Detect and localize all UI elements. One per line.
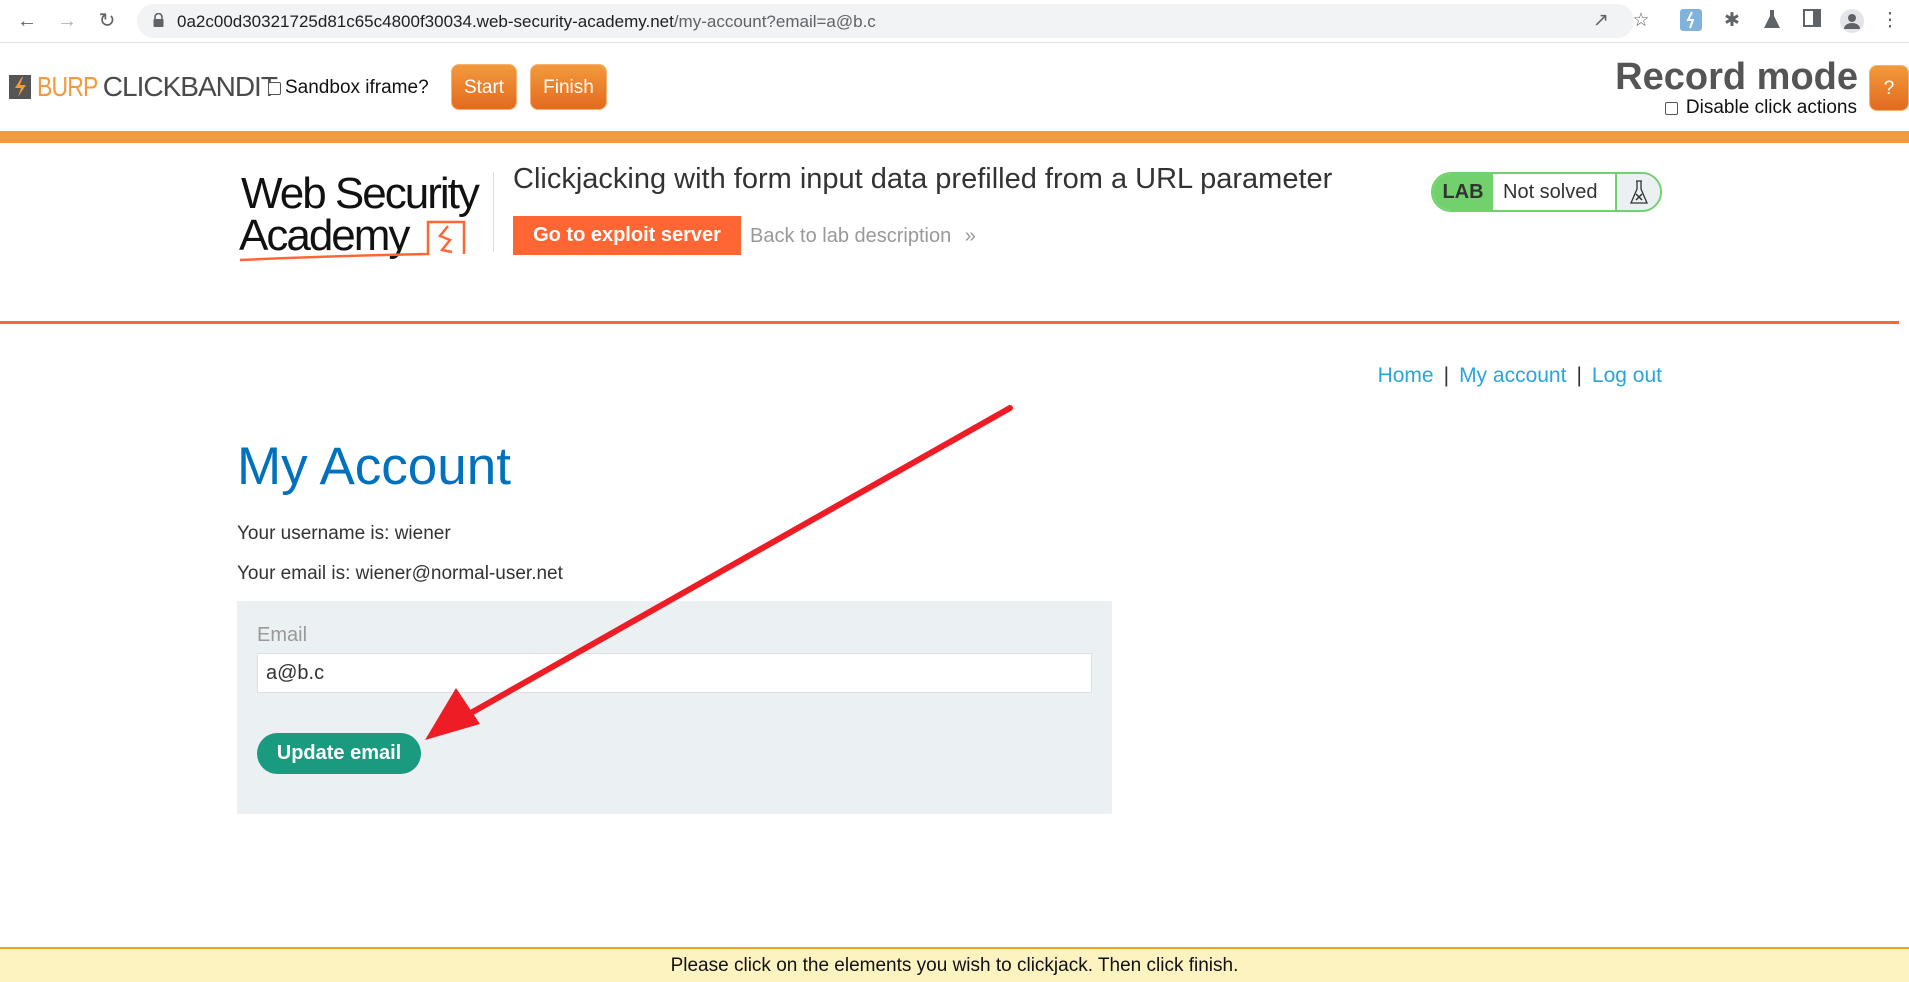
lab-label: LAB <box>1433 174 1493 210</box>
logo-line2: Academy <box>239 211 410 260</box>
top-nav: Home | My account | Log out <box>1378 364 1662 388</box>
browser-toolbar: ← → ↻ 0a2c00d30321725d81c65c4800f30034.w… <box>0 0 1909 43</box>
disable-label: Disable click actions <box>1685 97 1857 118</box>
disable-click-actions-checkbox[interactable]: Disable click actions <box>1664 97 1857 119</box>
sandbox-label: Sandbox iframe? <box>285 77 429 98</box>
lock-icon[interactable] <box>153 13 164 27</box>
nav-my-account-link[interactable]: My account <box>1459 364 1566 387</box>
clickbandit-divider <box>0 131 1909 143</box>
back-to-lab-description-link[interactable]: Back to lab description » <box>750 225 976 248</box>
nav-separator: | <box>1576 364 1582 387</box>
instruction-banner: Please click on the elements you wish to… <box>0 947 1909 982</box>
start-button[interactable]: Start <box>451 64 517 110</box>
sandbox-iframe-checkbox[interactable]: Sandbox iframe? <box>268 77 429 99</box>
reload-icon[interactable]: ↻ <box>94 8 120 34</box>
share-icon[interactable]: ↗ <box>1590 10 1612 32</box>
sandbox-checkbox-box[interactable] <box>268 81 281 95</box>
disable-checkbox-box[interactable] <box>1664 101 1678 115</box>
clickbandit-extension-icon[interactable] <box>1679 9 1703 33</box>
flask-icon[interactable] <box>1760 9 1784 33</box>
clickbandit-toolbar: BURP CLICKBANDIT Sandbox iframe? Start Fi… <box>0 43 1909 131</box>
username-line: Your username is: wiener <box>237 523 451 544</box>
help-button[interactable]: ? <box>1869 65 1909 111</box>
back-icon[interactable]: ← <box>14 8 40 34</box>
web-security-academy-logo[interactable]: Web Security Academy <box>238 168 490 263</box>
url-text[interactable]: 0a2c00d30321725d81c65c4800f30034.web-sec… <box>177 12 876 32</box>
more-icon[interactable]: ⋮ <box>1878 9 1902 33</box>
clickbandit-logo: BURP CLICKBANDIT <box>9 71 278 102</box>
flask-not-solved-icon <box>1615 174 1660 210</box>
email-line: Your email is: wiener@normal-user.net <box>237 563 563 584</box>
nav-home-link[interactable]: Home <box>1378 364 1434 387</box>
double-chevron-right-icon: » <box>964 225 976 247</box>
burp-logo-icon <box>9 75 31 99</box>
mode-title: Record mode <box>1615 56 1858 98</box>
finish-button[interactable]: Finish <box>530 64 607 110</box>
puzzle-icon[interactable]: ✱ <box>1720 9 1744 33</box>
url-path: /my-account?email=a@b.c <box>673 12 876 31</box>
header-divider <box>493 172 494 252</box>
logo-clickbandit-text: CLICKBANDIT <box>102 71 278 102</box>
page-title: My Account <box>237 437 511 496</box>
lab-status-text: Not solved <box>1503 181 1598 203</box>
profile-icon[interactable] <box>1840 9 1864 33</box>
back-link-label: Back to lab description <box>750 225 952 247</box>
nav-separator: | <box>1443 364 1450 387</box>
email-input[interactable] <box>257 653 1092 693</box>
email-label: Email <box>257 624 308 646</box>
star-icon[interactable]: ☆ <box>1630 10 1652 32</box>
logo-burp-text: BURP <box>37 71 98 102</box>
nav-log-out-link[interactable]: Log out <box>1592 364 1662 387</box>
url-host: 0a2c00d30321725d81c65c4800f30034.web-sec… <box>177 12 674 31</box>
lab-status-badge: LAB Not solved <box>1431 172 1662 212</box>
address-bar[interactable]: 0a2c00d30321725d81c65c4800f30034.web-sec… <box>137 4 1650 38</box>
header-separator <box>0 321 1899 324</box>
update-email-button[interactable]: Update email <box>257 733 421 774</box>
lab-title: Clickjacking with form input data prefil… <box>513 163 1333 195</box>
go-to-exploit-server-button[interactable]: Go to exploit server <box>513 216 741 255</box>
forward-icon[interactable]: → <box>54 8 80 34</box>
change-email-form <box>237 601 1112 814</box>
side-panel-icon[interactable] <box>1800 9 1824 33</box>
